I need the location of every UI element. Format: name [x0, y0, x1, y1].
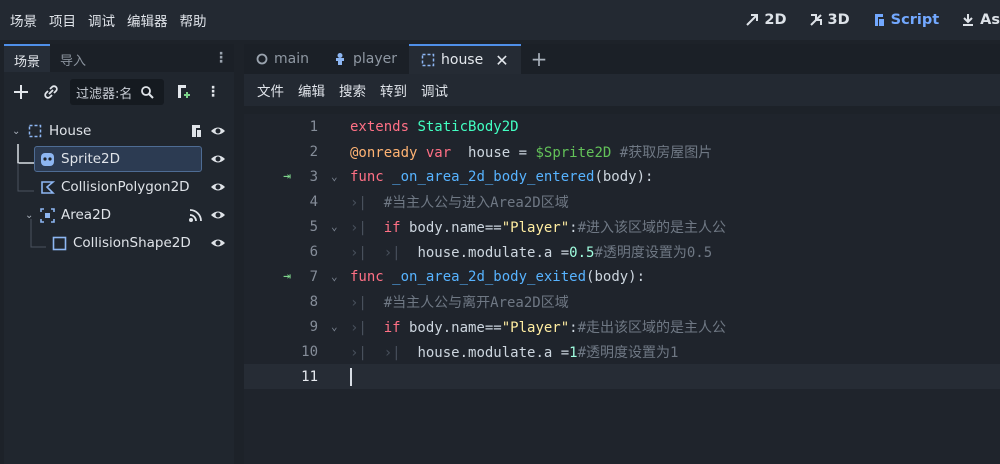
code-line: 4 ›| #当主人公与进入Area2D区域: [309, 193, 569, 211]
code-line: 10 ›| ›| house.modulate.a =1#透明度设置为1: [301, 343, 679, 361]
menu-help[interactable]: 帮助: [174, 10, 213, 30]
code-area[interactable]: 1 extends StaticBody2D 2 @onready var ho…: [244, 114, 1000, 464]
tree-item-label: CollisionPolygon2D: [61, 179, 190, 195]
close-tab-icon[interactable]: ✕: [495, 51, 508, 70]
menu-project[interactable]: 项目: [43, 10, 82, 30]
signal-icon[interactable]: [188, 207, 204, 223]
tree-item-area2d[interactable]: ⌄ Area2D: [4, 202, 226, 228]
dock-menu-icon[interactable]: ⋮: [214, 50, 228, 66]
chevron-down-icon[interactable]: ⌄: [12, 126, 20, 137]
code-line: 8 ›| #当主人公与离开Area2D区域: [309, 293, 569, 311]
tree-item-collisionshape2d[interactable]: CollisionShape2D: [4, 230, 226, 256]
scene-circle-icon: [256, 53, 268, 65]
sprite2d-icon: [41, 152, 54, 166]
script-tabs: main player house ✕ +: [244, 44, 1000, 74]
mode-3d-button[interactable]: 3D: [809, 12, 850, 28]
main-screen-switcher: 2D 3D Script As: [745, 0, 1000, 40]
menu-editor[interactable]: 编辑器: [121, 10, 174, 30]
top-menu-bar: 场景 项目 调试 编辑器 帮助 2D 3D Script As: [0, 0, 1000, 40]
tab-house[interactable]: house ✕: [409, 44, 521, 74]
mode-script-button[interactable]: Script: [872, 12, 939, 28]
3d-mode-icon: [809, 14, 822, 26]
script-icon[interactable]: [188, 123, 204, 139]
2d-mode-icon: [746, 14, 759, 26]
menu-goto[interactable]: 转到: [373, 80, 414, 100]
tab-main[interactable]: main: [244, 44, 321, 74]
add-tab-button[interactable]: +: [521, 44, 558, 74]
fold-arrow-icon[interactable]: ⌄: [331, 270, 338, 283]
visibility-eye-icon[interactable]: [210, 151, 226, 167]
current-code-line: 11: [244, 364, 1000, 389]
instance-scene-button[interactable]: [40, 81, 62, 103]
code-line: ⇥ 3 ⌄ func _on_area_2d_body_entered(body…: [244, 164, 1000, 189]
scene-options-button[interactable]: ⋮: [202, 81, 224, 103]
code-line: 9 ⌄ ›| if body.name=="Player":#走出该区域的是主人…: [309, 318, 727, 336]
attach-script-button[interactable]: [172, 81, 194, 103]
menu-edit[interactable]: 编辑: [291, 80, 332, 100]
tab-player[interactable]: player: [321, 44, 409, 74]
kebab-icon: ⋮: [206, 84, 220, 100]
menu-search[interactable]: 搜索: [332, 80, 373, 100]
dock-tabs: 场景 导入 ⋮: [4, 44, 234, 72]
code-line: 2 @onready var house = $Sprite2D #获取房屋图片: [309, 143, 713, 161]
scene-dock: 场景 导入 ⋮ 过滤器:名 ⋮ ⌄ House Sprite2D Collisi…: [4, 44, 234, 464]
fold-arrow-icon[interactable]: ⌄: [331, 170, 338, 183]
visibility-eye-icon[interactable]: [210, 123, 226, 139]
fold-arrow-icon[interactable]: ⌄: [331, 320, 338, 333]
script-mode-icon: [874, 14, 884, 26]
tree-item-collisionpolygon2d[interactable]: CollisionPolygon2D: [4, 174, 226, 200]
node2d-icon: [421, 53, 435, 67]
visibility-eye-icon[interactable]: [210, 207, 226, 223]
fold-arrow-icon[interactable]: ⌄: [331, 220, 338, 233]
script-editor: main player house ✕ + 文件 编辑 搜索 转到 调试 1 e…: [244, 44, 1000, 464]
area2d-icon: [40, 207, 55, 223]
tree-item-label: House: [49, 123, 92, 139]
menu-scene[interactable]: 场景: [4, 10, 43, 30]
mode-2d-button[interactable]: 2D: [745, 12, 787, 28]
chevron-down-icon[interactable]: ⌄: [25, 210, 33, 221]
mode-assetlib-button[interactable]: As: [961, 12, 1000, 28]
menu-debug[interactable]: 调试: [414, 80, 455, 100]
tab-scene[interactable]: 场景: [4, 44, 51, 72]
filter-input[interactable]: 过滤器:名: [70, 79, 164, 105]
tree-item-label: Area2D: [61, 207, 112, 223]
menu-debug[interactable]: 调试: [82, 10, 121, 30]
collisionshape2d-icon: [52, 236, 67, 250]
code-line: 1 extends StaticBody2D: [309, 118, 519, 135]
filter-text: 过滤器:名: [76, 86, 133, 102]
text-cursor: [350, 368, 352, 386]
search-icon: [141, 86, 155, 99]
visibility-eye-icon[interactable]: [210, 179, 226, 195]
menu-file[interactable]: 文件: [250, 80, 291, 100]
code-line: ⇥ 7 ⌄ func _on_area_2d_body_exited(body)…: [244, 264, 1000, 289]
tab-import[interactable]: 导入: [50, 44, 96, 72]
tree-item-label: CollisionShape2D: [73, 235, 191, 251]
scene-toolbar: 过滤器:名 ⋮: [4, 72, 234, 112]
code-line: 5 ⌄ ›| if body.name=="Player":#进入该区域的是主人…: [309, 218, 727, 236]
add-node-button[interactable]: [10, 81, 32, 103]
tree-item-house[interactable]: ⌄ House: [4, 118, 226, 144]
characterbody2d-icon: [335, 53, 344, 65]
visibility-eye-icon[interactable]: [210, 235, 226, 251]
tree-item-label: Sprite2D: [61, 151, 121, 167]
tree-item-sprite2d[interactable]: Sprite2D: [4, 146, 226, 172]
main-menu: 场景 项目 调试 编辑器 帮助: [4, 10, 213, 30]
code-line: 6 ›| ›| house.modulate.a =0.5#透明度设置为0.5: [309, 243, 713, 261]
collisionpolygon2d-icon: [41, 180, 55, 194]
script-add-icon: [178, 85, 190, 98]
assetlib-mode-icon: [963, 14, 974, 26]
plus-icon: +: [530, 47, 548, 71]
plus-icon: [14, 85, 28, 99]
script-menu-bar: 文件 编辑 搜索 转到 调试: [244, 74, 1000, 106]
node2d-icon: [28, 124, 42, 138]
link-icon: [44, 85, 58, 99]
